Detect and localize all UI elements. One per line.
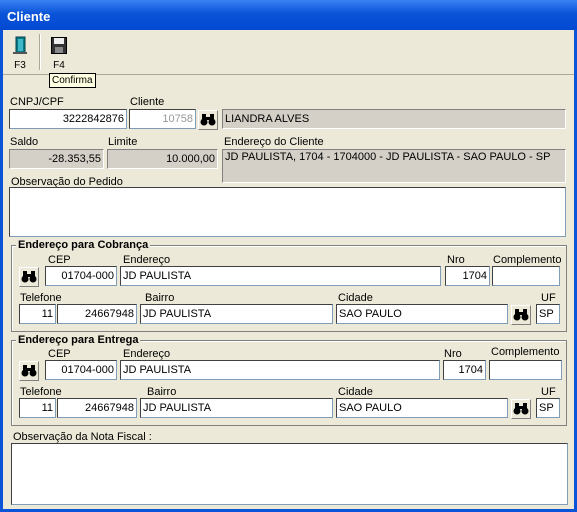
binoculars-icon bbox=[21, 271, 37, 283]
entrega-uf-label: UF bbox=[541, 386, 556, 398]
endereco-cliente-label: Endereço do Cliente bbox=[224, 136, 324, 148]
cobranca-endereco-input[interactable]: JD PAULISTA bbox=[120, 266, 441, 286]
cliente-code-input[interactable]: 10758 bbox=[129, 109, 196, 129]
entrega-title: Endereço para Entrega bbox=[16, 334, 141, 346]
entrega-ddd-input[interactable]: 11 bbox=[19, 398, 56, 418]
entrega-uf-input[interactable]: SP bbox=[536, 398, 560, 418]
entrega-endereco-input[interactable]: JD PAULISTA bbox=[120, 360, 440, 380]
cobranca-bairro-input[interactable]: JD PAULISTA bbox=[140, 304, 333, 324]
cobranca-nro-label: Nro bbox=[447, 254, 465, 266]
entrega-complemento-label: Complemento bbox=[491, 346, 560, 358]
entrega-bairro-label: Bairro bbox=[147, 386, 177, 398]
search-client-button[interactable] bbox=[198, 110, 218, 130]
entrega-nro-input[interactable]: 1704 bbox=[443, 360, 486, 380]
cobranca-cep-input[interactable]: 01704-000 bbox=[45, 266, 117, 286]
save-tooltip: Confirma bbox=[49, 73, 96, 88]
entrega-complemento-input[interactable] bbox=[489, 360, 562, 380]
obs-nota-textarea[interactable] bbox=[11, 443, 568, 505]
cobranca-complemento-label: Complemento bbox=[493, 254, 562, 266]
cobranca-complemento-input[interactable] bbox=[492, 266, 560, 286]
binoculars-icon bbox=[513, 403, 529, 415]
binoculars-icon bbox=[513, 309, 529, 321]
cobranca-nro-input[interactable]: 1704 bbox=[445, 266, 490, 286]
cliente-name-field: LIANDRA ALVES bbox=[222, 109, 566, 129]
cobranca-telefone-label: Telefone bbox=[20, 292, 62, 304]
cnpj-label: CNPJ/CPF bbox=[10, 96, 64, 108]
entrega-search-city-button[interactable] bbox=[511, 399, 531, 419]
cobranca-bairro-label: Bairro bbox=[145, 292, 175, 304]
entrega-endereco-label: Endereço bbox=[123, 348, 171, 360]
cobranca-uf-label: UF bbox=[541, 292, 556, 304]
entrega-cep-label: CEP bbox=[48, 348, 71, 360]
floppy-disk-icon bbox=[51, 37, 67, 54]
exit-button[interactable]: F3 bbox=[5, 32, 35, 72]
entrega-search-cep-button[interactable] bbox=[19, 361, 39, 381]
binoculars-icon bbox=[21, 365, 37, 377]
cnpj-input[interactable]: 3222842876 bbox=[9, 109, 127, 129]
cobranca-uf-input[interactable]: SP bbox=[536, 304, 560, 324]
cobranca-search-city-button[interactable] bbox=[511, 305, 531, 325]
cobranca-ddd-input[interactable]: 11 bbox=[19, 304, 56, 324]
cobranca-search-cep-button[interactable] bbox=[19, 267, 39, 287]
cobranca-endereco-label: Endereço bbox=[123, 254, 171, 266]
entrega-cidade-label: Cidade bbox=[338, 386, 373, 398]
exit-door-icon bbox=[13, 36, 27, 54]
toolbar-separator bbox=[39, 34, 41, 70]
saldo-label: Saldo bbox=[10, 136, 39, 148]
entrega-nro-label: Nro bbox=[444, 348, 462, 360]
save-key-label: F4 bbox=[53, 60, 65, 71]
saldo-field: -28.353,55 bbox=[9, 149, 104, 169]
cobranca-telefone-input[interactable]: 24667948 bbox=[57, 304, 137, 324]
cobranca-cidade-input[interactable]: SAO PAULO bbox=[336, 304, 508, 324]
obs-pedido-textarea[interactable] bbox=[9, 187, 566, 237]
toolbar: F3 F4 bbox=[3, 30, 574, 75]
entrega-telefone-label: Telefone bbox=[20, 386, 62, 398]
cobranca-cidade-label: Cidade bbox=[338, 292, 373, 304]
entrega-telefone-input[interactable]: 24667948 bbox=[57, 398, 137, 418]
save-button[interactable]: F4 bbox=[44, 32, 74, 72]
cobranca-cep-label: CEP bbox=[48, 254, 71, 266]
entrega-bairro-input[interactable]: JD PAULISTA bbox=[140, 398, 333, 418]
entrega-cidade-input[interactable]: SAO PAULO bbox=[336, 398, 508, 418]
cliente-label: Cliente bbox=[130, 96, 165, 108]
exit-key-label: F3 bbox=[14, 60, 26, 71]
cobranca-title: Endereço para Cobrança bbox=[16, 239, 151, 251]
endereco-cliente-field: JD PAULISTA, 1704 - 1704000 - JD PAULIST… bbox=[222, 149, 566, 183]
binoculars-icon bbox=[200, 114, 216, 126]
limite-label: Limite bbox=[108, 136, 138, 148]
limite-field: 10.000,00 bbox=[107, 149, 218, 169]
entrega-cep-input[interactable]: 01704-000 bbox=[45, 360, 117, 380]
obs-nota-label: Observação da Nota Fiscal : bbox=[13, 431, 152, 443]
window-title: Cliente bbox=[0, 0, 577, 30]
